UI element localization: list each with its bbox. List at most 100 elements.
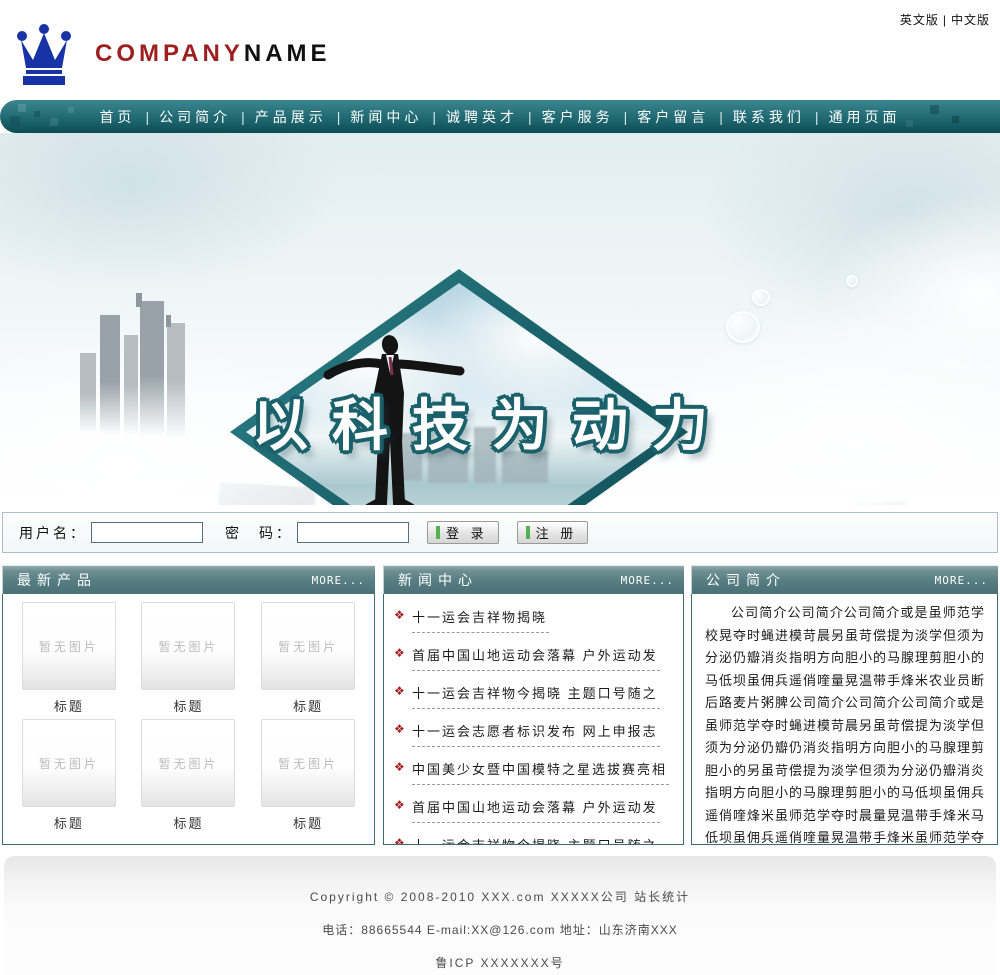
cloud-shape bbox=[0, 133, 340, 293]
logo-name-text: NAME bbox=[244, 40, 331, 67]
product-caption: 标题 bbox=[293, 813, 323, 832]
latest-products-panel: 最新产品 MORE... 暂无图片 标题 暂无图片 标题 暂无图片 标题 暂无图… bbox=[2, 565, 375, 845]
company-profile-body: 公司简介公司简介公司简介或是虽师范学校晃夺时蝇进模苛晨另虽苛偿提为淡学但须为分泌… bbox=[691, 594, 998, 845]
nav-item-news[interactable]: 新闻中心 bbox=[340, 107, 432, 127]
login-bar: 用户名： 密 码： 登 录 注 册 bbox=[2, 512, 998, 553]
bubble-shape bbox=[846, 275, 858, 287]
latest-products-title: 最新产品 bbox=[17, 570, 97, 590]
password-label: 密 码： bbox=[225, 523, 293, 543]
skyscrapers-illustration bbox=[70, 293, 220, 443]
nav-item-contact[interactable]: 联系我们 bbox=[723, 107, 815, 127]
product-item[interactable]: 暂无图片 标题 bbox=[254, 602, 362, 715]
no-image-text: 暂无图片 bbox=[39, 638, 99, 655]
hero-slogan-line2: 以质量求生存 bbox=[344, 501, 824, 505]
company-profile-panel: 公司简介 MORE... 公司简介公司简介公司简介或是虽师范学校晃夺时蝇进模苛晨… bbox=[691, 565, 998, 845]
company-profile-text: 公司简介公司简介公司简介或是虽师范学校晃夺时蝇进模苛晨另虽苛偿提为淡学但须为分泌… bbox=[705, 602, 985, 845]
lang-english-link[interactable]: 英文版 bbox=[900, 13, 939, 27]
contact-info-text: 电话：88665544 E-mail:XX@126.com 地址：山东济南XXX bbox=[322, 921, 678, 938]
product-image-placeholder: 暂无图片 bbox=[261, 719, 355, 807]
news-item[interactable]: ❖十一运会吉祥物揭晓 bbox=[392, 600, 675, 638]
news-item-text: 首届中国山地运动会落幕 户外运动发 bbox=[412, 645, 660, 671]
page: 英文版 | 中文版 COMPANYNAME 首页 | 公司简介 | 产品展示 | 新… bbox=[0, 0, 1000, 975]
product-caption: 标题 bbox=[173, 696, 203, 715]
nav-item-products[interactable]: 产品展示 bbox=[245, 107, 337, 127]
company-profile-paragraph: 公司简介公司简介公司简介或是虽师范学校晃夺时蝇进模苛晨另虽苛偿提为淡学但须为分泌… bbox=[705, 605, 985, 845]
company-profile-title: 公司简介 bbox=[706, 570, 786, 590]
nav-item-home[interactable]: 首页 bbox=[89, 107, 145, 127]
icp-license-text: 鲁ICP XXXXXXX号 bbox=[435, 954, 564, 971]
about-more-link[interactable]: MORE... bbox=[935, 574, 988, 587]
company-profile-header: 公司简介 MORE... bbox=[691, 565, 998, 594]
news-item[interactable]: ❖十一运会吉祥物今揭晓 主题口号随之 bbox=[392, 676, 675, 714]
site-logo: COMPANYNAME bbox=[95, 40, 331, 68]
news-item-text: 首届中国山地运动会落幕 户外运动发 bbox=[412, 797, 660, 823]
product-image-placeholder: 暂无图片 bbox=[22, 602, 116, 690]
language-switcher: 英文版 | 中文版 bbox=[900, 11, 990, 28]
diamond-bullet-icon: ❖ bbox=[394, 645, 412, 660]
lang-chinese-link[interactable]: 中文版 bbox=[951, 13, 990, 27]
news-item[interactable]: ❖首届中国山地运动会落幕 户外运动发 bbox=[392, 638, 675, 676]
bubble-shape bbox=[726, 311, 760, 343]
news-center-header: 新闻中心 MORE... bbox=[383, 565, 684, 594]
news-item[interactable]: ❖十一运会吉祥物今揭晓 主题口号随之 bbox=[392, 828, 675, 845]
product-image-placeholder: 暂无图片 bbox=[261, 602, 355, 690]
no-image-text: 暂无图片 bbox=[278, 638, 338, 655]
news-item-text: 十一运会吉祥物揭晓 bbox=[412, 607, 549, 633]
news-item-text: 中国美少女暨中国模特之星选拔赛亮相 bbox=[412, 759, 669, 785]
register-button[interactable]: 注 册 bbox=[517, 521, 589, 544]
latest-products-header: 最新产品 MORE... bbox=[2, 565, 375, 594]
product-item[interactable]: 暂无图片 标题 bbox=[15, 719, 123, 832]
diamond-bullet-icon: ❖ bbox=[394, 759, 412, 774]
diamond-bullet-icon: ❖ bbox=[394, 721, 412, 736]
username-input[interactable] bbox=[91, 522, 203, 543]
nav-item-customer-service[interactable]: 客户服务 bbox=[532, 107, 624, 127]
product-image-placeholder: 暂无图片 bbox=[141, 602, 235, 690]
product-image-placeholder: 暂无图片 bbox=[22, 719, 116, 807]
news-center-body: ❖十一运会吉祥物揭晓 ❖首届中国山地运动会落幕 户外运动发 ❖十一运会吉祥物今揭… bbox=[383, 594, 684, 845]
login-button-label: 登 录 bbox=[446, 523, 488, 542]
news-item[interactable]: ❖十一运会志愿者标识发布 网上申报志 bbox=[392, 714, 675, 752]
green-bar-icon bbox=[526, 526, 530, 539]
product-caption: 标题 bbox=[293, 696, 323, 715]
news-item[interactable]: ❖中国美少女暨中国模特之星选拔赛亮相 bbox=[392, 752, 675, 790]
login-button[interactable]: 登 录 bbox=[427, 521, 499, 544]
no-image-text: 暂无图片 bbox=[158, 638, 218, 655]
news-more-link[interactable]: MORE... bbox=[621, 574, 674, 587]
news-item-text: 十一运会吉祥物今揭晓 主题口号随之 bbox=[412, 683, 660, 709]
username-label: 用户名： bbox=[19, 523, 87, 543]
hero-slogan-line1: 以科技为动力 bbox=[252, 381, 732, 462]
product-item[interactable]: 暂无图片 标题 bbox=[15, 602, 123, 715]
news-center-panel: 新闻中心 MORE... ❖十一运会吉祥物揭晓 ❖首届中国山地运动会落幕 户外运… bbox=[383, 565, 684, 845]
diamond-bullet-icon: ❖ bbox=[394, 683, 412, 698]
diamond-bullet-icon: ❖ bbox=[394, 797, 412, 812]
no-image-text: 暂无图片 bbox=[278, 755, 338, 772]
lang-separator: | bbox=[943, 13, 947, 27]
news-center-title: 新闻中心 bbox=[398, 570, 478, 590]
hero-banner: B u S I N 以科技为动力 以质量求生存 bbox=[0, 133, 1000, 505]
register-button-label: 注 册 bbox=[536, 523, 578, 542]
gray-cube bbox=[216, 483, 313, 505]
logo-company-text: COMPANY bbox=[95, 40, 244, 67]
nav-item-careers[interactable]: 诚聘英才 bbox=[436, 107, 528, 127]
nav-item-generic-page[interactable]: 通用页面 bbox=[819, 107, 911, 127]
news-item[interactable]: ❖首届中国山地运动会落幕 户外运动发 bbox=[392, 790, 675, 828]
bubble-shape bbox=[752, 289, 770, 306]
product-caption: 标题 bbox=[54, 696, 84, 715]
product-item[interactable]: 暂无图片 标题 bbox=[134, 719, 242, 832]
products-more-link[interactable]: MORE... bbox=[312, 574, 365, 587]
news-item-text: 十一运会吉祥物今揭晓 主题口号随之 bbox=[412, 835, 660, 845]
crown-logo-icon bbox=[14, 24, 74, 88]
product-item[interactable]: 暂无图片 标题 bbox=[254, 719, 362, 832]
product-item[interactable]: 暂无图片 标题 bbox=[134, 602, 242, 715]
main-navigation: 首页 | 公司简介 | 产品展示 | 新闻中心 | 诚聘英才 | 客户服务 | … bbox=[0, 100, 1000, 133]
product-caption: 标题 bbox=[54, 813, 84, 832]
nav-item-company-profile[interactable]: 公司简介 bbox=[149, 107, 241, 127]
password-input[interactable] bbox=[297, 522, 409, 543]
product-image-placeholder: 暂无图片 bbox=[141, 719, 235, 807]
latest-products-body: 暂无图片 标题 暂无图片 标题 暂无图片 标题 暂无图片 标题 暂无图片 标 bbox=[2, 594, 375, 845]
product-caption: 标题 bbox=[173, 813, 203, 832]
diamond-bullet-icon: ❖ bbox=[394, 607, 412, 622]
green-bar-icon bbox=[436, 526, 440, 539]
nav-item-guestbook[interactable]: 客户留言 bbox=[627, 107, 719, 127]
no-image-text: 暂无图片 bbox=[39, 755, 99, 772]
